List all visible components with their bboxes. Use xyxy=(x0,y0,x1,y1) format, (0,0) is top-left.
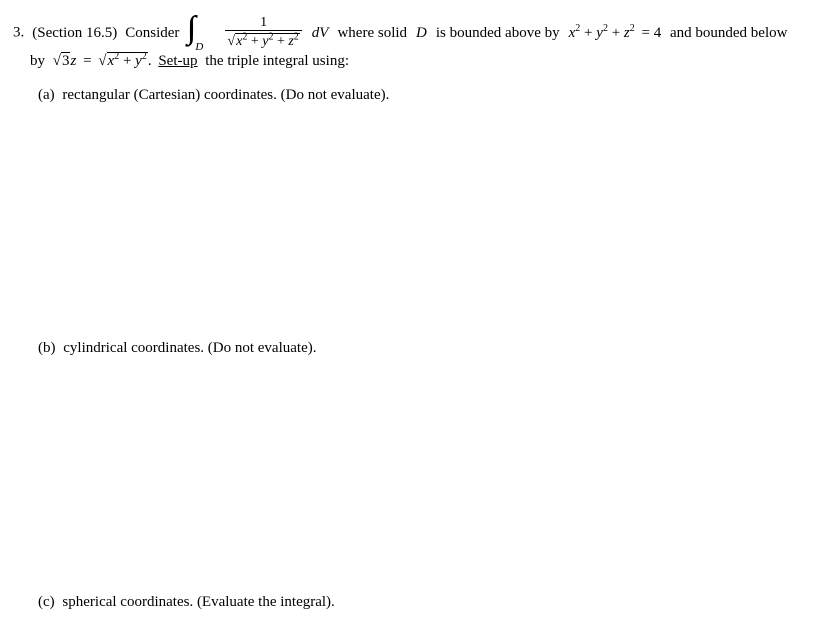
part-c-text: spherical coordinates. (Evaluate the int… xyxy=(62,594,334,610)
where-text: where solid xyxy=(337,25,407,41)
eq4: = 4 xyxy=(642,25,662,41)
part-b: (b) cylindrical coordinates. (Do not eva… xyxy=(38,340,317,357)
problem-number: 3. xyxy=(13,25,24,41)
part-b-text: cylindrical coordinates. (Do not evaluat… xyxy=(63,340,316,356)
sphere-equation: x2 + y2 + z2 = 4 xyxy=(569,25,665,41)
and-below-text: and bounded below xyxy=(670,25,787,41)
integrand-numerator: 1 xyxy=(225,16,301,30)
triple-integral: ∫∫∫ D 1 √x2 + y2 + z2 xyxy=(187,14,301,52)
cone-equation: √3z = √x2 + y2. xyxy=(53,53,156,69)
page: { "problem": { "number_label": "3.", "se… xyxy=(0,0,839,626)
bounded-above-text: is bounded above by xyxy=(436,25,560,41)
sqrt-denom: √x2 + y2 + z2 xyxy=(227,33,299,51)
problem-header-line: 3. (Section 16.5) Consider ∫∫∫ D 1 √x2 +… xyxy=(13,14,787,52)
integral-symbol: ∫∫∫ D xyxy=(187,14,217,52)
differential: dV xyxy=(312,25,329,41)
sqrt-cone: √x2 + y2 xyxy=(98,52,148,70)
by-word: by xyxy=(30,53,45,69)
part-b-label: (b) xyxy=(38,340,56,356)
z-eq: z xyxy=(70,53,76,69)
part-a-label: (a) xyxy=(38,87,55,103)
integrand-denominator: √x2 + y2 + z2 xyxy=(225,30,301,51)
sqrt3: √3 xyxy=(53,52,71,70)
lead-word: Consider xyxy=(125,25,179,41)
part-a: (a) rectangular (Cartesian) coordinates.… xyxy=(38,87,389,104)
part-c: (c) spherical coordinates. (Evaluate the… xyxy=(38,594,335,611)
setup-underline: Set-up xyxy=(158,53,197,69)
integrand-fraction: 1 √x2 + y2 + z2 xyxy=(225,16,301,51)
setup-tail: the triple integral using: xyxy=(205,53,349,69)
part-c-label: (c) xyxy=(38,594,55,610)
region-name: D xyxy=(416,25,427,41)
section-label: (Section 16.5) xyxy=(32,25,117,41)
problem-header-line2: by √3z = √x2 + y2. Set-up the triple int… xyxy=(30,52,349,70)
part-a-text: rectangular (Cartesian) coordinates. (Do… xyxy=(62,87,389,103)
